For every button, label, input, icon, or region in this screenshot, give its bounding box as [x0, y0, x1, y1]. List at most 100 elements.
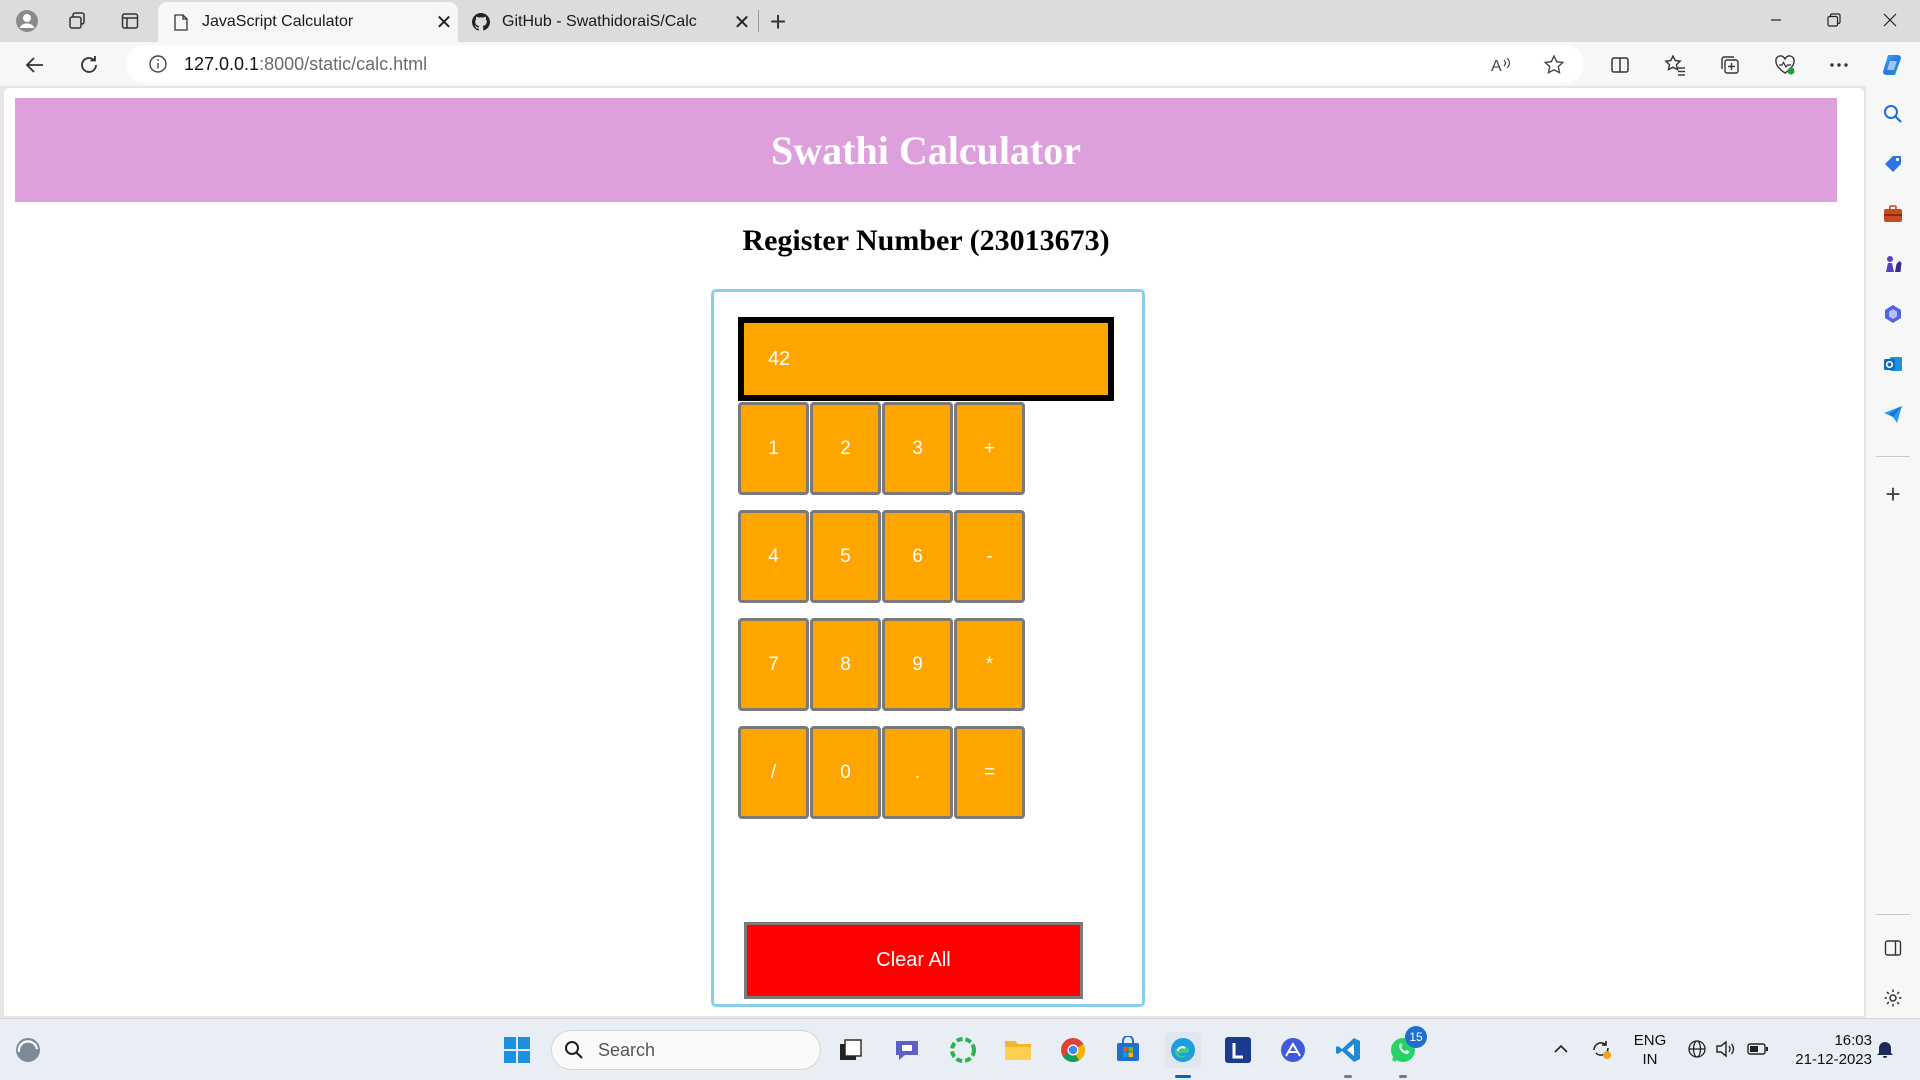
- more-options-icon[interactable]: [1824, 50, 1854, 80]
- running-indicator: [1399, 1075, 1407, 1078]
- refresh-icon[interactable]: [72, 48, 106, 82]
- key-1[interactable]: 1: [738, 402, 809, 495]
- browser-essentials-icon[interactable]: [1770, 50, 1800, 80]
- close-tab-icon[interactable]: ✕: [430, 8, 458, 36]
- address-bar[interactable]: 127.0.0.1:8000/static/calc.html A: [126, 45, 1584, 83]
- windows-taskbar: Search 15 ENG IN 16:03 21-12-2023: [0, 1018, 1920, 1080]
- header-banner: Swathi Calculator: [15, 98, 1837, 202]
- region-code: IN: [1642, 1051, 1658, 1068]
- battery-icon[interactable]: [1745, 1036, 1771, 1062]
- copilot-icon[interactable]: [1878, 50, 1908, 80]
- profile-icon[interactable]: [12, 6, 42, 36]
- close-window-icon[interactable]: [1860, 0, 1920, 40]
- active-indicator: [1175, 1075, 1191, 1078]
- workspaces-icon[interactable]: [62, 6, 92, 36]
- key-divide[interactable]: /: [738, 726, 809, 819]
- key-3[interactable]: 3: [882, 402, 953, 495]
- key-0[interactable]: 0: [810, 726, 881, 819]
- page-icon: [172, 13, 190, 31]
- url-path: :8000/static/calc.html: [259, 53, 428, 74]
- tab-actions-icon[interactable]: [115, 6, 145, 36]
- clear-all-button[interactable]: Clear All: [744, 922, 1083, 999]
- clock-time: 16:03: [1834, 1032, 1872, 1049]
- microsoft-365-icon[interactable]: [1881, 302, 1905, 326]
- key-multiply[interactable]: *: [954, 618, 1025, 711]
- search-icon[interactable]: [1881, 102, 1905, 126]
- tab-title: JavaScript Calculator: [202, 13, 354, 30]
- search-label: Search: [598, 1039, 656, 1060]
- read-aloud-icon[interactable]: A: [1488, 52, 1514, 78]
- running-indicator: [1344, 1075, 1352, 1078]
- add-plus-icon[interactable]: +: [1881, 479, 1905, 509]
- url-host: 127.0.0.1: [184, 53, 260, 74]
- register-number-heading: Register Number (23013673): [742, 224, 1110, 257]
- site-info-icon[interactable]: [146, 52, 170, 76]
- favorites-icon[interactable]: [1660, 50, 1690, 80]
- chevron-up-icon[interactable]: [1548, 1036, 1574, 1062]
- sidebar-divider: [1876, 456, 1910, 457]
- new-tab-plus-icon[interactable]: +: [762, 6, 794, 38]
- sidebar-divider: [1876, 914, 1910, 915]
- l-app-icon[interactable]: [1220, 1032, 1256, 1068]
- search-icon: [564, 1040, 584, 1060]
- tools-briefcase-icon[interactable]: [1881, 202, 1905, 226]
- key-plus[interactable]: +: [954, 402, 1025, 495]
- tab-javascript-calculator[interactable]: JavaScript Calculator ✕: [158, 2, 458, 42]
- key-decimal[interactable]: .: [882, 726, 953, 819]
- games-chess-icon[interactable]: [1881, 252, 1905, 276]
- hide-sidebar-icon[interactable]: [1881, 936, 1905, 960]
- collections-icon[interactable]: [1715, 50, 1745, 80]
- clock[interactable]: 16:03 21-12-2023: [1778, 1031, 1872, 1069]
- back-arrow-icon[interactable]: [18, 48, 52, 82]
- file-explorer-icon[interactable]: [1000, 1032, 1036, 1068]
- whatsapp-icon[interactable]: 15: [1385, 1026, 1427, 1078]
- key-6[interactable]: 6: [882, 510, 953, 603]
- notification-badge: 15: [1405, 1026, 1427, 1048]
- windows-start-icon[interactable]: [499, 1032, 535, 1068]
- key-4[interactable]: 4: [738, 510, 809, 603]
- favorite-star-icon[interactable]: [1541, 52, 1567, 78]
- network-globe-icon[interactable]: [1684, 1036, 1710, 1062]
- teams-chat-icon[interactable]: [889, 1032, 925, 1068]
- task-view-icon[interactable]: [833, 1032, 869, 1068]
- minimize-icon[interactable]: [1746, 0, 1806, 40]
- key-7[interactable]: 7: [738, 618, 809, 711]
- send-paper-plane-icon[interactable]: [1881, 402, 1905, 426]
- key-2[interactable]: 2: [810, 402, 881, 495]
- vscode-icon[interactable]: [1330, 1032, 1366, 1078]
- calculator-display[interactable]: 42: [738, 317, 1114, 401]
- clock-date: 21-12-2023: [1795, 1051, 1872, 1068]
- key-9[interactable]: 9: [882, 618, 953, 711]
- tab-github[interactable]: GitHub - SwathidoraiS/Calc ✕: [458, 2, 756, 42]
- settings-gear-icon[interactable]: [1881, 986, 1905, 1010]
- copilot-circle-icon[interactable]: [945, 1032, 981, 1068]
- sync-icon[interactable]: [1588, 1036, 1614, 1062]
- url-text: 127.0.0.1:8000/static/calc.html: [184, 54, 427, 75]
- shopping-tag-icon[interactable]: [1881, 152, 1905, 176]
- browser-toolbar: 127.0.0.1:8000/static/calc.html A: [0, 42, 1920, 86]
- language-indicator[interactable]: ENG IN: [1630, 1031, 1670, 1069]
- tab-strip: JavaScript Calculator ✕ GitHub - Swathid…: [0, 0, 1920, 42]
- key-equals[interactable]: =: [954, 726, 1025, 819]
- key-5[interactable]: 5: [810, 510, 881, 603]
- github-icon: [472, 13, 490, 31]
- close-tab-icon[interactable]: ✕: [728, 8, 756, 36]
- restore-icon[interactable]: [1804, 0, 1864, 40]
- volume-icon[interactable]: [1713, 1036, 1739, 1062]
- arc-app-icon[interactable]: [1275, 1032, 1311, 1068]
- language-code: ENG: [1633, 1032, 1667, 1049]
- page-title: Swathi Calculator: [771, 127, 1081, 173]
- edge-sidebar: +: [1866, 86, 1920, 1018]
- key-8[interactable]: 8: [810, 618, 881, 711]
- microsoft-store-icon[interactable]: [1110, 1032, 1146, 1068]
- outlook-icon[interactable]: [1881, 352, 1905, 376]
- notification-bell-icon[interactable]: [1872, 1036, 1898, 1062]
- taskbar-search-box[interactable]: Search: [551, 1030, 821, 1070]
- weather-widget-icon[interactable]: [10, 1032, 46, 1068]
- key-minus[interactable]: -: [954, 510, 1025, 603]
- calculator-container: 42 1 2 3 + 4 5 6 - 7 8 9 * / 0 . = Clear…: [711, 289, 1145, 1007]
- tab-title: GitHub - SwathidoraiS/Calc: [502, 13, 697, 30]
- chrome-icon[interactable]: [1055, 1032, 1091, 1068]
- edge-browser-icon[interactable]: [1165, 1032, 1201, 1078]
- split-screen-icon[interactable]: [1605, 50, 1635, 80]
